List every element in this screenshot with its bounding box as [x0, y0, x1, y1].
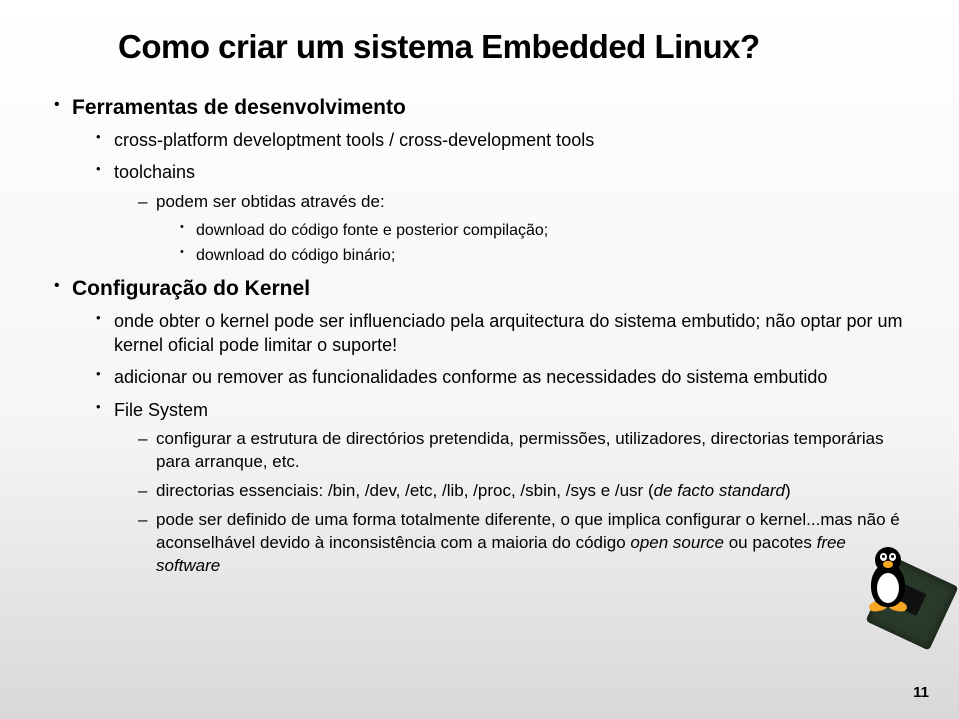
- sublist: onde obter o kernel pode ser influenciad…: [90, 309, 911, 578]
- sub-item: pode ser definido de uma forma totalment…: [134, 509, 911, 578]
- bullet-ferramentas: Ferramentas de desenvolvimento cross-pla…: [48, 96, 911, 267]
- sub-item: download do código binário;: [176, 245, 911, 267]
- slide: Como criar um sistema Embedded Linux? Fe…: [0, 0, 959, 628]
- sub-item: directorias essenciais: /bin, /dev, /etc…: [134, 480, 911, 503]
- sub-item: cross-platform developtment tools / cros…: [90, 128, 911, 152]
- sublist: podem ser obtidas através de: download d…: [134, 191, 911, 267]
- sub-item-filesystem: File System configurar a estrutura de di…: [90, 398, 911, 578]
- page-number: 11: [913, 684, 929, 701]
- sublist: cross-platform developtment tools / cros…: [90, 128, 911, 267]
- text: podem ser obtidas através de:: [156, 192, 385, 211]
- sub-item: configurar a estrutura de directórios pr…: [134, 428, 911, 474]
- bullet-label: Ferramentas de desenvolvimento: [72, 96, 406, 119]
- tux-icon: [857, 539, 917, 619]
- bullet-kernel: Configuração do Kernel onde obter o kern…: [48, 277, 911, 578]
- text: ou pacotes: [724, 533, 817, 552]
- text: ): [785, 481, 791, 500]
- sub-item: adicionar ou remover as funcionalidades …: [90, 365, 911, 389]
- text: directorias essenciais: /bin, /dev, /etc…: [156, 481, 654, 500]
- sub-item-toolchains: toolchains podem ser obtidas através de:…: [90, 160, 911, 266]
- text-italic: open source: [630, 533, 724, 552]
- bullet-label: Configuração do Kernel: [72, 277, 310, 300]
- tux-chip-illustration: [857, 539, 947, 659]
- slide-title: Como criar um sistema Embedded Linux?: [118, 28, 911, 66]
- sub-item: onde obter o kernel pode ser influenciad…: [90, 309, 911, 358]
- sub-item: download do código fonte e posterior com…: [176, 220, 911, 242]
- sub-item: podem ser obtidas através de: download d…: [134, 191, 911, 267]
- text-italic: de facto standard: [654, 481, 785, 500]
- sublist: download do código fonte e posterior com…: [176, 220, 911, 267]
- sublist: configurar a estrutura de directórios pr…: [134, 428, 911, 578]
- text: toolchains: [114, 162, 195, 182]
- text: File System: [114, 400, 208, 420]
- content-list: Ferramentas de desenvolvimento cross-pla…: [48, 96, 911, 578]
